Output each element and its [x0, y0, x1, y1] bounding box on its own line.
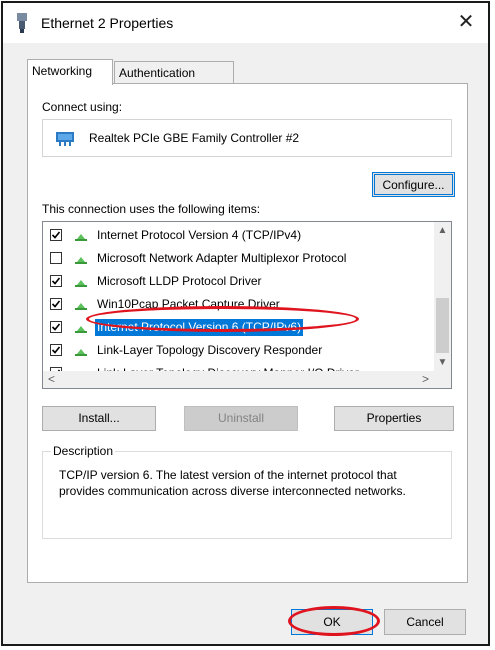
- scroll-down-icon[interactable]: ▼: [434, 354, 451, 371]
- network-card-icon: [56, 132, 74, 146]
- checkmark-icon: [51, 231, 61, 239]
- adapter-name: Realtek PCIe GBE Family Controller #2: [89, 131, 300, 145]
- checkbox[interactable]: [50, 275, 62, 287]
- close-button[interactable]: ✕: [444, 3, 488, 43]
- protocol-icon: [75, 234, 87, 241]
- cancel-button[interactable]: Cancel: [384, 609, 466, 635]
- uninstall-button: Uninstall: [184, 406, 298, 431]
- list-item[interactable]: Microsoft Network Adapter Multiplexor Pr…: [43, 247, 428, 270]
- horizontal-scrollbar[interactable]: < >: [43, 371, 434, 388]
- checkbox[interactable]: [50, 229, 62, 241]
- checkmark-icon: [51, 323, 61, 331]
- scrollbar-corner: [434, 371, 451, 388]
- description-group: Description TCP/IP version 6. The latest…: [42, 444, 452, 539]
- title-bar: Ethernet 2 Properties ✕: [3, 3, 488, 43]
- configure-button[interactable]: Configure...: [372, 172, 455, 197]
- list-item-label: Internet Protocol Version 6 (TCP/IPv6): [95, 319, 304, 336]
- networking-panel: Connect using: Realtek PCIe GBE Family C…: [27, 83, 468, 583]
- checkbox[interactable]: [50, 298, 62, 310]
- list-item-label: Link-Layer Topology Discovery Responder: [97, 343, 323, 357]
- protocol-icon: [75, 349, 87, 356]
- configure-button-label: Configure...: [374, 174, 453, 195]
- checkmark-icon: [51, 277, 61, 285]
- protocol-icon: [75, 303, 87, 310]
- list-item[interactable]: Internet Protocol Version 4 (TCP/IPv4): [43, 224, 428, 247]
- scroll-up-icon[interactable]: ▲: [434, 222, 451, 239]
- protocol-icon: [75, 280, 87, 287]
- list-item-label: Microsoft Network Adapter Multiplexor Pr…: [97, 251, 347, 265]
- checkmark-icon: [51, 346, 61, 354]
- adapter-field: Realtek PCIe GBE Family Controller #2: [42, 119, 452, 157]
- list-item[interactable]: Link-Layer Topology Discovery Responder: [43, 339, 428, 362]
- items-label: This connection uses the following items…: [42, 202, 261, 216]
- scroll-thumb[interactable]: [436, 298, 449, 353]
- checkbox[interactable]: [50, 321, 62, 333]
- checkbox[interactable]: [50, 344, 62, 356]
- checkbox[interactable]: [50, 252, 62, 264]
- properties-button[interactable]: Properties: [334, 406, 454, 431]
- list-item-label: Microsoft LLDP Protocol Driver: [97, 274, 262, 288]
- list-item[interactable]: Microsoft LLDP Protocol Driver: [43, 270, 428, 293]
- tab-authentication[interactable]: Authentication: [114, 61, 234, 84]
- ok-button[interactable]: OK: [291, 609, 373, 635]
- list-item-label: Internet Protocol Version 4 (TCP/IPv4): [97, 228, 302, 242]
- list-item-selected[interactable]: Internet Protocol Version 6 (TCP/IPv6): [43, 316, 428, 339]
- install-button[interactable]: Install...: [42, 406, 156, 431]
- network-adapter-icon: [17, 13, 27, 33]
- checkmark-icon: [51, 300, 61, 308]
- vertical-scrollbar[interactable]: ▲ ▼: [434, 222, 451, 371]
- dialog-title: Ethernet 2 Properties: [41, 15, 174, 31]
- scroll-left-icon[interactable]: <: [43, 371, 60, 388]
- tab-networking[interactable]: Networking: [27, 59, 113, 85]
- protocol-icon: [75, 326, 87, 333]
- description-title: Description: [51, 444, 116, 458]
- components-list[interactable]: Internet Protocol Version 4 (TCP/IPv4) M…: [42, 221, 452, 389]
- list-item-label: Win10Pcap Packet Capture Driver: [97, 297, 280, 311]
- properties-dialog: Ethernet 2 Properties ✕ Networking Authe…: [1, 1, 490, 646]
- scroll-right-icon[interactable]: >: [417, 371, 434, 388]
- description-text: TCP/IP version 6. The latest version of …: [59, 468, 406, 498]
- protocol-icon: [75, 257, 87, 264]
- list-item[interactable]: Win10Pcap Packet Capture Driver: [43, 293, 428, 316]
- connect-using-label: Connect using:: [42, 100, 123, 114]
